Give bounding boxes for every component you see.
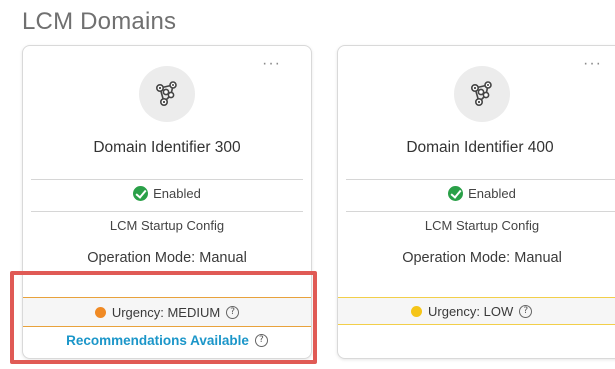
- urgency-label: Urgency: LOW: [428, 303, 514, 319]
- urgency-row: Urgency: LOW ?: [338, 297, 615, 325]
- help-icon[interactable]: ?: [254, 334, 268, 347]
- section-title: LCM Domains: [22, 8, 177, 35]
- domain-nodes-icon: [454, 66, 510, 122]
- status-label: Enabled: [153, 186, 201, 201]
- urgency-low-dot-icon: [411, 305, 422, 317]
- startup-config-label: LCM Startup Config: [424, 218, 540, 233]
- status-enabled: Enabled: [346, 186, 615, 201]
- domain-title: Domain Identifier 300: [93, 139, 241, 156]
- help-icon[interactable]: ?: [519, 304, 533, 318]
- domain-card-300[interactable]: ··· Domain Identifier 300 Enabled LCM St…: [22, 45, 312, 359]
- divider: [31, 211, 303, 212]
- recommendations-link[interactable]: Recommendations Available: [66, 333, 249, 348]
- more-options-icon[interactable]: ···: [262, 56, 281, 72]
- status-label: Enabled: [468, 186, 516, 201]
- divider: [346, 179, 615, 180]
- lcm-domains-page: LCM Domains ··· Domain Identifier 300 En…: [0, 0, 615, 369]
- help-icon[interactable]: ?: [226, 305, 240, 319]
- domain-nodes-icon: [139, 66, 195, 122]
- recommendations-row: Recommendations Available ?: [23, 333, 311, 348]
- startup-config-label: LCM Startup Config: [109, 218, 225, 233]
- urgency-label: Urgency: MEDIUM: [111, 304, 221, 320]
- divider: [346, 211, 615, 212]
- operation-mode-label: Operation Mode: Manual: [87, 250, 247, 266]
- check-circle-icon: [133, 186, 149, 201]
- more-options-icon[interactable]: ···: [583, 56, 602, 72]
- domain-title: Domain Identifier 400: [406, 139, 554, 156]
- check-circle-icon: [448, 186, 464, 201]
- status-enabled: Enabled: [31, 186, 303, 201]
- domain-card-400[interactable]: ··· Domain Identifier 400 Enabled LCM St…: [337, 45, 615, 359]
- urgency-medium-dot-icon: [94, 306, 106, 318]
- urgency-row: Urgency: MEDIUM ?: [23, 297, 311, 327]
- operation-mode-label: Operation Mode: Manual: [402, 250, 562, 266]
- divider: [31, 179, 303, 180]
